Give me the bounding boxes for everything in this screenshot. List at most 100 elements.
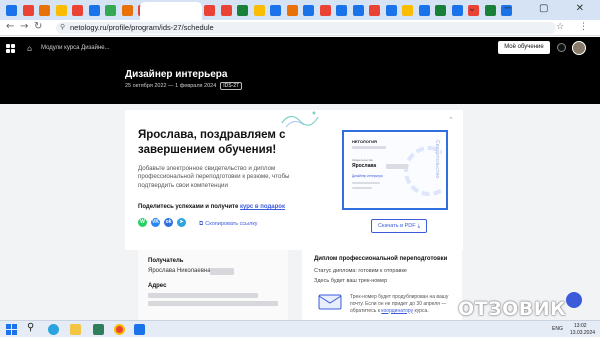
download-pdf-label: Скачать в PDF [377, 223, 416, 229]
browser-tab-favicon[interactable] [88, 5, 100, 16]
course-code-badge: IDS-27 [220, 82, 242, 90]
odnoklassniki-icon[interactable]: ok [164, 218, 173, 227]
certificate-blurred-line [352, 187, 372, 189]
certificate-vertical-text: Свидетельство [434, 140, 440, 179]
watermark-logo: ОТЗОВИК [458, 298, 567, 320]
address-bar: ← → ↻ ⚲ netology.ru/profile/program/ids-… [0, 20, 600, 36]
browser-tab-favicon[interactable] [220, 5, 232, 16]
browser-tab-favicon[interactable] [121, 5, 133, 16]
diploma-track: Здесь будет ваш трек-номер [314, 278, 388, 284]
browser-tab-favicon[interactable] [204, 5, 215, 16]
toolbar-icons[interactable]: ☆ ⋮ [556, 22, 594, 32]
browser-tab-favicon[interactable] [253, 5, 265, 16]
certificate-blurred-text [352, 146, 386, 149]
browser-tab-favicon[interactable] [402, 5, 413, 16]
track-note-suffix: курса. [413, 307, 429, 314]
browser-tab-strip: ⌄ − ▢ ✕ [0, 0, 600, 20]
browser-tab-favicon[interactable] [369, 5, 380, 16]
app-icon[interactable] [93, 324, 104, 335]
share-line: Поделитесь успехами и получите курс в по… [138, 204, 285, 210]
chrome-icon[interactable] [114, 324, 125, 335]
browser-tab-favicon[interactable] [105, 5, 116, 16]
course-dates-text: 25 октября 2022 — 1 февраля 2024 [125, 83, 217, 89]
taskbar: ⚲ ENG 13:02 13.03.2024 [0, 320, 600, 337]
certificate-course: Дизайнер интерьера [352, 174, 383, 178]
mail-icon [318, 294, 342, 310]
copy-icon: ⧉ [199, 220, 204, 227]
telegram-icon[interactable]: ➤ [177, 218, 186, 227]
copy-link-button[interactable]: ⧉ Скопировать ссылку [199, 220, 258, 228]
browser-tab-favicon[interactable] [385, 5, 397, 16]
recipient-label: Получатель [148, 258, 184, 264]
browser-tab-favicon[interactable] [303, 5, 314, 16]
browser-tab-favicon[interactable] [39, 5, 50, 16]
breadcrumb[interactable]: Модули курса Дизайне... [41, 45, 110, 51]
browser-tab-favicon[interactable] [336, 5, 347, 16]
recipient-name: Ярослава Николаевна [148, 268, 211, 274]
address-blurred-line [148, 301, 278, 306]
browser-tab-favicon[interactable] [6, 5, 17, 16]
url-field[interactable]: ⚲ netology.ru/profile/program/ids-27/sch… [56, 22, 556, 34]
window-controls[interactable]: ⌄ − ▢ ✕ [468, 3, 596, 14]
clock-date[interactable]: 13.03.2024 [570, 330, 595, 336]
my-learning-button[interactable]: Моё обучение [498, 41, 550, 54]
social-share-buttons: W VK ok ➤ [138, 218, 186, 227]
browser-tab-favicon[interactable] [55, 5, 67, 16]
url-text: netology.ru/profile/program/ids-27/sched… [70, 23, 214, 32]
browser-tab-favicon[interactable] [237, 5, 248, 16]
copy-link-label: Скопировать ссылку [205, 221, 258, 227]
browser-tab-favicon[interactable] [451, 5, 463, 16]
address-blurred-line [148, 293, 258, 298]
download-pdf-button[interactable]: Скачать в PDF ⤓ [371, 219, 427, 233]
clock-time[interactable]: 13:02 [574, 323, 587, 329]
browser-tab-favicon[interactable] [435, 5, 446, 16]
recipient-blurred-surname [210, 268, 234, 275]
browser-tab-favicon[interactable] [352, 5, 364, 16]
search-icon[interactable]: ⚲ [27, 322, 34, 333]
diploma-status: Статус диплома: готовим к отправке [314, 268, 407, 274]
chevron-up-icon[interactable]: ⌃ [448, 116, 454, 124]
back-icon[interactable]: ← [6, 21, 14, 32]
certificate-inner: НЕТОЛОГИЯ Свидетельство Ярослава Дизайне… [348, 136, 442, 204]
gift-course-link[interactable]: курс в подарок [240, 204, 285, 210]
coordinator-link[interactable]: координатору [381, 308, 413, 314]
certificate-blurred-surname [386, 164, 408, 169]
share-prefix: Поделитесь успехами и получите [138, 204, 240, 210]
browser-tab-favicon[interactable] [286, 5, 298, 16]
browser-tab-favicon[interactable] [270, 5, 281, 16]
forward-icon[interactable]: → [20, 21, 28, 32]
download-icon: ⤓ [417, 222, 421, 229]
site-header: ⌂ Модули курса Дизайне... Моё обучение Д… [0, 37, 600, 104]
reload-icon[interactable]: ↻ [34, 21, 42, 32]
certificate-name: Ярослава [352, 163, 377, 169]
course-dates: 25 октября 2022 — 1 февраля 2024 IDS-27 [125, 82, 242, 90]
home-icon[interactable]: ⌂ [27, 44, 32, 53]
browser-tab-favicon[interactable] [319, 5, 331, 16]
certificate-label: Свидетельство [352, 158, 374, 162]
browser-tab-favicon[interactable] [72, 5, 83, 16]
browser-tab-favicon[interactable] [418, 5, 430, 16]
browser-tab-favicon[interactable] [22, 5, 34, 16]
track-note: Трек-номер будет продублирован на вашу п… [350, 294, 460, 314]
diploma-title: Диплом профессиональной переподготовки [314, 256, 448, 262]
chat-support-button[interactable] [566, 292, 582, 308]
course-title: Дизайнер интерьера [125, 69, 228, 80]
whatsapp-icon[interactable]: W [138, 218, 147, 227]
address-label: Адрес [148, 283, 167, 289]
menu-grid-icon[interactable] [6, 44, 15, 53]
congrats-text: Добавьте электронное свидетельство и дип… [138, 165, 290, 189]
windows-start-icon[interactable] [6, 324, 17, 335]
active-tab[interactable] [140, 2, 202, 20]
file-explorer-icon[interactable] [70, 324, 81, 335]
congrats-title: Ярослава, поздравляем с завершением обуч… [138, 129, 286, 156]
notifications-icon[interactable] [557, 43, 566, 52]
avatar[interactable] [572, 41, 586, 55]
vk-icon[interactable]: VK [151, 218, 160, 227]
certificate-preview[interactable]: НЕТОЛОГИЯ Свидетельство Ярослава Дизайне… [342, 130, 448, 210]
certificate-blurred-line [352, 182, 380, 184]
edge-icon[interactable] [48, 324, 59, 335]
app-icon[interactable] [134, 324, 145, 335]
lock-icon: ⚲ [60, 24, 66, 31]
language-indicator[interactable]: ENG [552, 326, 563, 332]
certificate-logo: НЕТОЛОГИЯ [352, 139, 377, 144]
